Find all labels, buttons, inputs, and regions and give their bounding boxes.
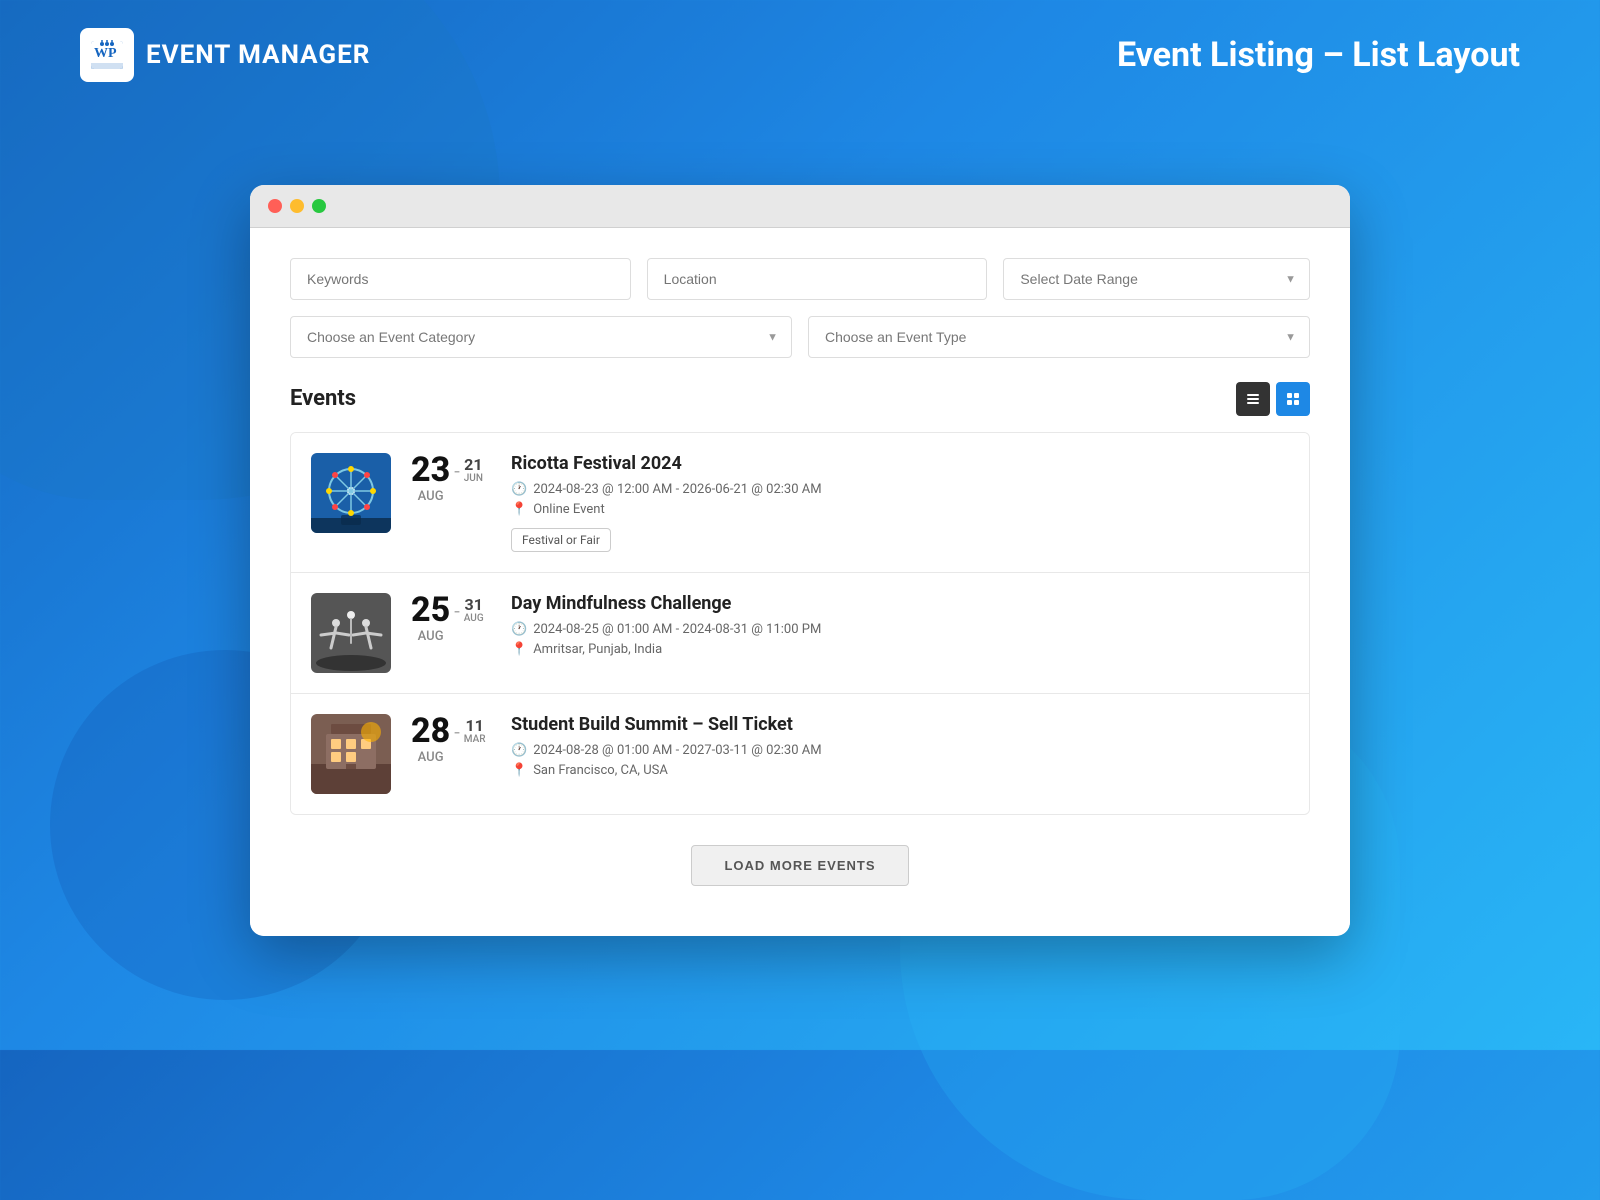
- date-separator: -: [454, 720, 460, 744]
- logo-icon: WP: [80, 28, 134, 82]
- browser-dot-close[interactable]: [268, 199, 282, 213]
- event-datetime: 🕐 2024-08-25 @ 01:00 AM - 2024-08-31 @ 1…: [511, 622, 1289, 637]
- wp-logo-svg: WP: [87, 35, 127, 75]
- event-datetime-text: 2024-08-23 @ 12:00 AM - 2026-06-21 @ 02:…: [533, 482, 821, 497]
- date-range-wrapper: Select Date Range ▼: [1003, 258, 1310, 300]
- browser-chrome: [250, 185, 1350, 228]
- event-details: Ricotta Festival 2024 🕐 2024-08-23 @ 12:…: [511, 453, 1289, 552]
- event-date-start: 23 AUG: [411, 453, 450, 504]
- event-location: 📍 Amritsar, Punjab, India: [511, 642, 1289, 657]
- event-end-month: AUG: [464, 613, 484, 624]
- view-toggles: [1236, 382, 1310, 416]
- filter-row-2: Choose an Event Category ▼ Choose an Eve…: [290, 316, 1310, 358]
- event-details: Day Mindfulness Challenge 🕐 2024-08-25 @…: [511, 593, 1289, 662]
- event-tag[interactable]: Festival or Fair: [511, 528, 611, 552]
- event-end-month: JUN: [464, 473, 483, 484]
- event-location: 📍 Online Event: [511, 502, 1289, 517]
- event-date-block: 25 AUG - 31 AUG: [411, 593, 491, 644]
- list-view-button[interactable]: [1236, 382, 1270, 416]
- events-header: Events: [290, 382, 1310, 416]
- date-separator: -: [454, 459, 460, 483]
- event-start-month: AUG: [418, 750, 444, 765]
- load-more-button[interactable]: LOAD MORE EVENTS: [691, 845, 908, 886]
- event-start-month: AUG: [418, 489, 444, 504]
- event-location-text: Amritsar, Punjab, India: [533, 642, 662, 657]
- event-item[interactable]: 25 AUG - 31 AUG Day Mindfulness Challeng…: [291, 573, 1309, 694]
- event-datetime: 🕐 2024-08-28 @ 01:00 AM - 2027-03-11 @ 0…: [511, 743, 1289, 758]
- events-list: 23 AUG - 21 JUN Ricotta Festival 2024 🕐 …: [290, 432, 1310, 815]
- event-location-text: Online Event: [533, 502, 605, 517]
- event-start-day: 28: [411, 714, 450, 748]
- content-area: Select Date Range ▼ Choose an Event Cate…: [250, 228, 1350, 936]
- event-location: 📍 San Francisco, CA, USA: [511, 763, 1289, 778]
- event-image: [311, 593, 391, 673]
- page-title: Event Listing – List Layout: [1117, 35, 1520, 75]
- logo: WP EVENT MANAGER: [80, 28, 370, 82]
- event-date-end: 21 JUN: [464, 457, 483, 484]
- event-end-day: 21: [464, 457, 482, 473]
- type-wrapper: Choose an Event Type ▼: [808, 316, 1310, 358]
- event-item[interactable]: 28 AUG - 11 MAR Student Build Summit – S…: [291, 694, 1309, 814]
- event-datetime-text: 2024-08-28 @ 01:00 AM - 2027-03-11 @ 02:…: [533, 743, 821, 758]
- load-more-wrapper: LOAD MORE EVENTS: [290, 815, 1310, 896]
- date-range-select[interactable]: Select Date Range: [1003, 258, 1310, 300]
- date-separator: -: [454, 599, 460, 623]
- event-date-block: 28 AUG - 11 MAR: [411, 714, 491, 765]
- clock-icon: 🕐: [511, 622, 527, 637]
- filter-row-1: Select Date Range ▼: [290, 258, 1310, 300]
- event-date-end: 11 MAR: [464, 718, 486, 745]
- event-end-month: MAR: [464, 734, 486, 745]
- event-date-end: 31 AUG: [464, 597, 484, 624]
- clock-icon: 🕐: [511, 743, 527, 758]
- event-end-day: 31: [465, 597, 483, 613]
- main-content: Select Date Range ▼ Choose an Event Cate…: [0, 110, 1600, 1050]
- event-image: [311, 714, 391, 794]
- location-input[interactable]: [647, 258, 988, 300]
- events-title: Events: [290, 386, 356, 411]
- event-name: Ricotta Festival 2024: [511, 453, 1289, 474]
- keywords-input[interactable]: [290, 258, 631, 300]
- clock-icon: 🕐: [511, 482, 527, 497]
- category-wrapper: Choose an Event Category ▼: [290, 316, 792, 358]
- event-category-select[interactable]: Choose an Event Category: [290, 316, 792, 358]
- event-start-day: 25: [411, 593, 450, 627]
- browser-dot-minimize[interactable]: [290, 199, 304, 213]
- event-name: Day Mindfulness Challenge: [511, 593, 1289, 614]
- page-header: WP EVENT MANAGER Event Listing – List La…: [0, 0, 1600, 110]
- grid-view-button[interactable]: [1276, 382, 1310, 416]
- event-datetime: 🕐 2024-08-23 @ 12:00 AM - 2026-06-21 @ 0…: [511, 482, 1289, 497]
- svg-text:WP: WP: [94, 46, 117, 61]
- event-datetime-text: 2024-08-25 @ 01:00 AM - 2024-08-31 @ 11:…: [533, 622, 821, 637]
- location-icon: 📍: [511, 502, 527, 517]
- event-type-select[interactable]: Choose an Event Type: [808, 316, 1310, 358]
- grid-icon: [1285, 391, 1301, 407]
- browser-dot-maximize[interactable]: [312, 199, 326, 213]
- event-item[interactable]: 23 AUG - 21 JUN Ricotta Festival 2024 🕐 …: [291, 433, 1309, 573]
- event-date-block: 23 AUG - 21 JUN: [411, 453, 491, 504]
- event-date-start: 25 AUG: [411, 593, 450, 644]
- browser-window: Select Date Range ▼ Choose an Event Cate…: [250, 185, 1350, 936]
- location-icon: 📍: [511, 642, 527, 657]
- event-location-text: San Francisco, CA, USA: [533, 763, 668, 778]
- logo-text: EVENT MANAGER: [146, 40, 370, 70]
- event-end-day: 11: [465, 718, 483, 734]
- event-name: Student Build Summit – Sell Ticket: [511, 714, 1289, 735]
- location-icon: 📍: [511, 763, 527, 778]
- event-start-day: 23: [411, 453, 450, 487]
- event-start-month: AUG: [418, 629, 444, 644]
- list-icon: [1245, 391, 1261, 407]
- event-image: [311, 453, 391, 533]
- event-date-start: 28 AUG: [411, 714, 450, 765]
- event-details: Student Build Summit – Sell Ticket 🕐 202…: [511, 714, 1289, 783]
